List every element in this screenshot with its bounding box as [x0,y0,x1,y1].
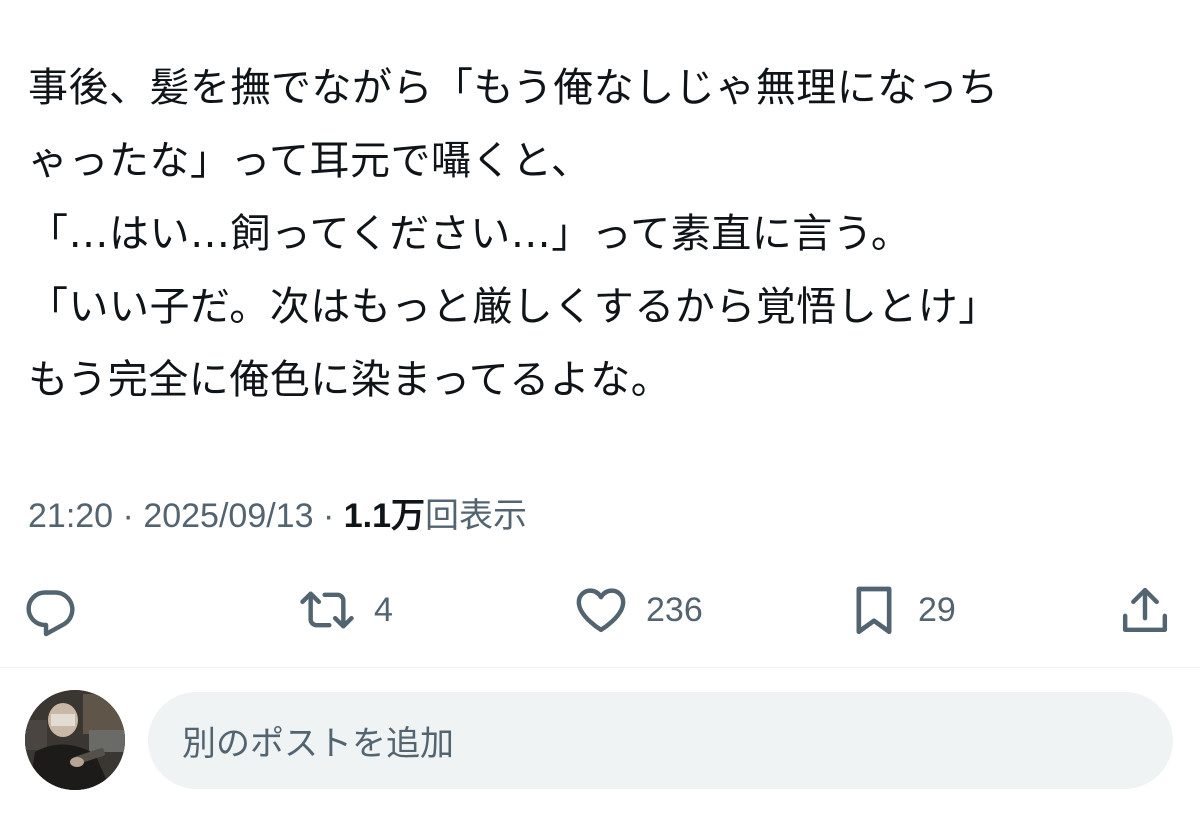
post-text: 事後、髪を撫でながら「もう俺なしじゃ無理になっち ゃったな」って耳元で囁くと、 … [28,52,1178,417]
like-count: 236 [646,590,703,629]
post-time[interactable]: 21:20 [28,497,113,535]
action-bar: 4 236 29 [0,580,1200,640]
share-icon [1117,582,1173,638]
repost-icon [296,582,358,638]
meta-separator: · [322,497,335,535]
views-label[interactable]: 回表示 [425,497,527,535]
post-text-line: ゃったな」って耳元で囁くと、 [28,138,592,184]
reply-button[interactable] [22,580,78,640]
share-button[interactable] [1117,580,1173,640]
avatar[interactable] [25,690,125,790]
reply-input[interactable]: 別のポストを追加 [148,692,1173,789]
views-count[interactable]: 1.1万 [344,497,425,535]
post-metadata: 21:20 · 2025/09/13 · 1.1万回表示 [28,488,527,537]
reply-placeholder: 別のポストを追加 [182,724,454,764]
like-button[interactable]: 236 [572,580,703,640]
meta-separator: · [122,497,134,535]
repost-count: 4 [374,590,393,629]
reply-icon [22,582,78,638]
post-text-line: 事後、髪を撫でながら「もう俺なしじゃ無理になっち [28,65,999,111]
bookmark-count: 29 [918,590,956,629]
post-text-line: 「いい子だ。次はもっと厳しくするから覚悟しとけ」 [28,284,999,330]
post-text-line: もう完全に俺色に染まってるよな。 [28,357,672,403]
bookmark-icon [846,582,902,638]
repost-button[interactable]: 4 [296,580,393,640]
heart-icon [572,582,630,638]
bookmark-button[interactable]: 29 [846,580,956,640]
post-text-line: 「…はい…飼ってください…」って素直に言う。 [28,211,912,257]
post-date[interactable]: 2025/09/13 [143,497,313,535]
divider [0,667,1200,668]
